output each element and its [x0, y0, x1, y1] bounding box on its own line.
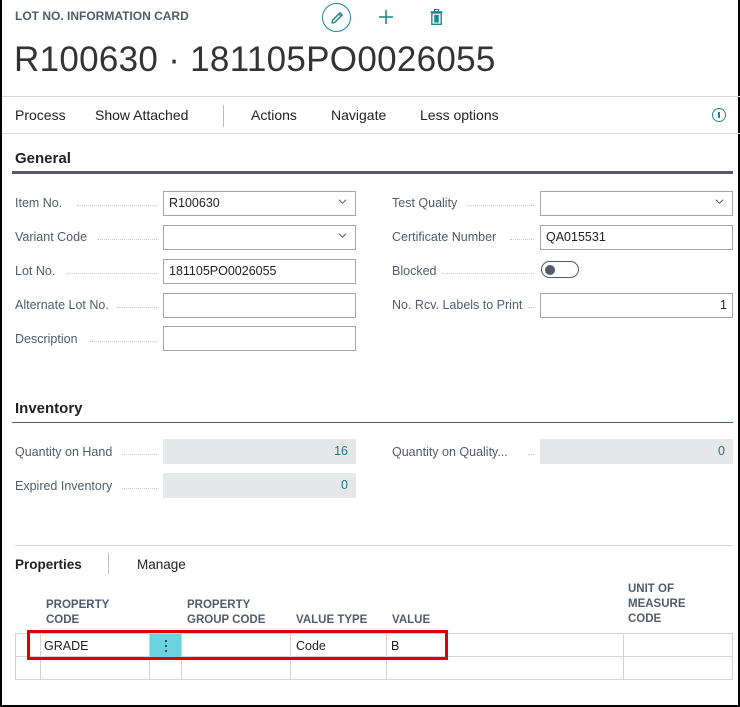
table-row[interactable]: GRADE Code B: [16, 634, 732, 657]
header-line: VALUE TYPE: [296, 614, 368, 626]
column-header-value[interactable]: VALUE: [392, 613, 430, 628]
page-title: R100630 · 181105PO0026055: [14, 40, 496, 79]
new-button[interactable]: [375, 6, 397, 28]
toggle-knob: [545, 264, 555, 275]
certificate-number-field[interactable]: QA015531: [540, 225, 733, 250]
lot-no-field[interactable]: 181105PO0026055: [163, 259, 356, 284]
cell-value-type[interactable]: Code: [296, 639, 326, 653]
dot-leader: [90, 341, 157, 342]
column-header-property-code[interactable]: PROPERTY CODE: [46, 598, 109, 628]
section-rule-inventory: [12, 422, 733, 423]
label-certificate-number: Certificate Number: [392, 230, 497, 244]
dot-leader: [117, 307, 157, 308]
test-quality-field[interactable]: [540, 191, 733, 216]
label-expired-inventory: Expired Inventory: [15, 479, 113, 493]
header-line: GROUP CODE: [187, 614, 266, 626]
blocked-toggle[interactable]: [541, 261, 579, 278]
quantity-on-hand-value[interactable]: 16: [163, 439, 356, 464]
dot-leader: [77, 205, 157, 206]
description-field[interactable]: [163, 326, 356, 351]
dot-leader: [122, 488, 157, 489]
section-rule-general: [12, 171, 733, 174]
quantity-on-quality-value[interactable]: 0: [540, 439, 733, 464]
dot-leader: [67, 273, 157, 274]
grid-line: [149, 634, 150, 679]
label-alternate-lot-no: Alternate Lot No.: [15, 298, 109, 312]
header-line: PROPERTY: [187, 599, 251, 611]
alternate-lot-no-field[interactable]: [163, 293, 356, 318]
header-line: PROPERTY: [46, 599, 110, 611]
label-description: Description: [15, 332, 78, 346]
dot-leader: [442, 273, 534, 274]
table-row[interactable]: [16, 657, 732, 680]
dot-leader: [528, 454, 534, 455]
tab-properties[interactable]: Properties: [15, 557, 82, 572]
cell-value[interactable]: B: [391, 639, 399, 653]
lot-information-card: LOT NO. INFORMATION CARD R100630 · 18110…: [0, 0, 740, 707]
row-actions-button[interactable]: [150, 634, 181, 657]
card-caption: LOT NO. INFORMATION CARD: [15, 9, 189, 23]
section-title-general[interactable]: General: [15, 150, 71, 167]
item-no-value: R100630: [169, 196, 220, 210]
dot-leader: [510, 239, 534, 240]
expired-inventory-value[interactable]: 0: [163, 473, 356, 498]
label-blocked: Blocked: [392, 264, 437, 278]
action-bar: Process Show Attached Actions Navigate L…: [2, 96, 740, 134]
column-header-unit-of-measure-code[interactable]: UNIT OF MEASURE CODE: [628, 582, 686, 627]
action-actions[interactable]: Actions: [251, 107, 297, 123]
subpage-divider: [15, 545, 733, 546]
action-show-attached[interactable]: Show Attached: [95, 107, 188, 123]
edit-button[interactable]: [322, 3, 351, 32]
label-item-no: Item No.: [15, 196, 63, 210]
trash-icon: [430, 9, 442, 25]
dot-leader: [467, 205, 534, 206]
chevron-down-icon: [338, 199, 347, 204]
ellipsis-vertical-icon: [164, 638, 167, 653]
grid-line: [181, 634, 182, 679]
no-rcv-labels-value: 1: [720, 298, 727, 312]
lot-no-value: 181105PO0026055: [169, 264, 277, 278]
edit-icon: [330, 11, 343, 24]
label-lot-no: Lot No.: [15, 264, 56, 278]
delete-button[interactable]: [426, 6, 446, 28]
dot-leader: [122, 454, 157, 455]
grid-line: [386, 634, 387, 679]
action-process[interactable]: Process: [15, 107, 66, 123]
section-title-inventory[interactable]: Inventory: [15, 400, 83, 417]
label-no-rcv-labels-to-print: No. Rcv. Labels to Print: [392, 298, 523, 312]
tab-manage[interactable]: Manage: [137, 557, 186, 572]
header-line: CODE: [628, 613, 662, 625]
certificate-number-value: QA015531: [546, 230, 606, 244]
dot-leader: [528, 307, 534, 308]
grid-line: [290, 634, 291, 679]
label-variant-code: Variant Code: [15, 230, 88, 244]
label-quantity-on-quality: Quantity on Quality...: [392, 445, 508, 459]
label-test-quality: Test Quality: [392, 196, 458, 210]
header-line: VALUE: [392, 614, 431, 626]
tab-separator: [108, 553, 109, 574]
action-less-options[interactable]: Less options: [420, 107, 499, 123]
info-icon[interactable]: [712, 108, 726, 122]
dot-leader: [97, 239, 157, 240]
column-header-property-group-code[interactable]: PROPERTY GROUP CODE: [187, 598, 265, 628]
action-navigate[interactable]: Navigate: [331, 107, 386, 123]
grid-line: [40, 634, 41, 679]
chevron-down-icon: [715, 199, 724, 204]
chevron-down-icon: [338, 233, 347, 238]
no-rcv-labels-field[interactable]: 1: [540, 293, 733, 318]
label-quantity-on-hand: Quantity on Hand: [15, 445, 113, 459]
plus-icon: [379, 10, 393, 24]
cell-property-code[interactable]: GRADE: [44, 639, 88, 653]
column-header-value-type[interactable]: VALUE TYPE: [296, 613, 367, 628]
action-separator: [223, 105, 224, 127]
header-line: CODE: [46, 614, 80, 626]
header-line: UNIT OF: [628, 583, 674, 595]
variant-code-field[interactable]: [163, 225, 356, 250]
properties-grid: GRADE Code B: [15, 633, 733, 680]
grid-line: [623, 634, 624, 679]
header-line: MEASURE: [628, 598, 686, 610]
item-no-field[interactable]: R100630: [163, 191, 356, 216]
